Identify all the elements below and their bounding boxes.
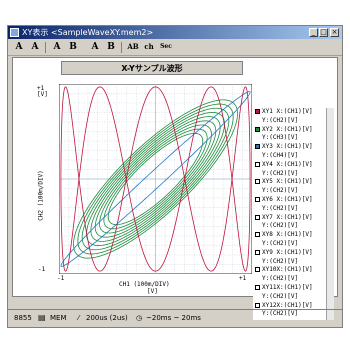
legend-text: XY1 X:(CH1)[V] bbox=[262, 108, 313, 115]
legend-checkbox[interactable] bbox=[255, 161, 260, 167]
font-a-button-2[interactable]: A bbox=[28, 41, 42, 53]
legend-row: XY12X:(CH1)[V] bbox=[253, 302, 326, 310]
status-bar: 8855 ▤ MEM ⁄ 200us (2us) ◷ ~20ms ~ 20ms bbox=[8, 309, 342, 326]
legend-text: XY2 X:(CH1)[V] bbox=[262, 125, 313, 133]
x-axis-max-label: +1 bbox=[239, 275, 247, 282]
toolbar-separator bbox=[45, 42, 46, 53]
legend-text: Y:(CH2)[V] bbox=[262, 292, 299, 300]
legend-text: XY12X:(CH1)[V] bbox=[262, 301, 313, 309]
legend-text: XY8 X:(CH1)[V] bbox=[262, 231, 313, 239]
memory-icon: ▤ bbox=[38, 313, 46, 322]
timebase-label: 200us (2us) bbox=[86, 314, 128, 322]
legend-scrollbar[interactable] bbox=[326, 108, 334, 320]
x-axis-min-label: -1 bbox=[57, 275, 65, 282]
range-label: ~20ms ~ 20ms bbox=[146, 314, 201, 322]
y-axis-min-label: -1 bbox=[38, 266, 46, 273]
plot-area: X-Yサンプル波形 +1 [V] -1 CH2 (100m/DIV) -1 +1… bbox=[12, 57, 338, 320]
toolbar-separator bbox=[121, 42, 122, 53]
font-a-button-1[interactable]: A bbox=[12, 41, 26, 53]
legend-checkbox[interactable] bbox=[255, 126, 260, 132]
legend-text: XY7 X:(CH1)[V] bbox=[262, 213, 313, 221]
xy-window: XY表示 <SampleWaveXY.mem2> _ □ × A A A B A… bbox=[7, 25, 343, 328]
legend-text: Y:(CH2)[V] bbox=[262, 204, 299, 212]
legend-text: XY9 X:(CH1)[V] bbox=[262, 248, 313, 256]
legend-row: Y:(CH3)[V] bbox=[253, 134, 326, 142]
ch-button[interactable]: ch bbox=[142, 41, 156, 53]
legend-text: Y:(CH4)[V] bbox=[262, 152, 299, 159]
legend-checkbox[interactable] bbox=[255, 179, 260, 185]
legend-row: XY9 X:(CH1)[V] bbox=[253, 249, 326, 257]
ab-button[interactable]: AB bbox=[126, 41, 140, 53]
legend-text: Y:(CH2)[V] bbox=[262, 275, 299, 283]
legend-text: XY6 X:(CH1)[V] bbox=[262, 196, 313, 203]
legend-row: XY3 X:(CH1)[V] bbox=[253, 143, 326, 151]
minimize-button[interactable]: _ bbox=[309, 28, 318, 37]
legend-row: Y:(CH2)[V] bbox=[253, 205, 326, 213]
legend-checkbox[interactable] bbox=[255, 285, 260, 290]
font-b-button-2[interactable]: B bbox=[104, 41, 118, 53]
legend-text: Y:(CH2)[V] bbox=[262, 169, 299, 177]
legend-row: XY2 X:(CH1)[V] bbox=[253, 126, 326, 134]
legend-text: Y:(CH2)[V] bbox=[262, 257, 299, 265]
legend-row: XY6 X:(CH1)[V] bbox=[253, 196, 326, 204]
app-icon bbox=[10, 28, 19, 37]
legend-row: XY10X:(CH1)[V] bbox=[253, 266, 326, 274]
legend-row: Y:(CH2)[V] bbox=[253, 170, 326, 178]
legend-row: XY5 X:(CH1)[V] bbox=[253, 178, 326, 186]
legend-row: XY8 X:(CH1)[V] bbox=[253, 231, 326, 239]
legend-text: XY3 X:(CH1)[V] bbox=[262, 143, 313, 151]
y-axis-label: CH2 (100m/DIV) bbox=[37, 170, 45, 221]
timebase-icon: ⁄ bbox=[78, 314, 80, 322]
legend-text: Y:(CH2)[V] bbox=[262, 240, 299, 247]
chart-title: X-Yサンプル波形 bbox=[61, 61, 243, 75]
legend-row: Y:(CH2)[V] bbox=[253, 240, 326, 248]
x-axis-unit-label: [V] bbox=[147, 288, 158, 295]
legend-checkbox[interactable] bbox=[255, 249, 260, 255]
title-bar[interactable]: XY表示 <SampleWaveXY.mem2> _ □ × bbox=[8, 26, 342, 39]
legend-row: Y:(CH2)[V] bbox=[253, 293, 326, 301]
legend-checkbox[interactable] bbox=[255, 267, 260, 273]
legend-checkbox[interactable] bbox=[255, 109, 260, 114]
legend-row: Y:(CH2)[V] bbox=[253, 222, 326, 230]
legend-row: Y:(CH2)[V] bbox=[253, 187, 326, 195]
xy-plot[interactable] bbox=[59, 84, 252, 274]
x-axis-label: CH1 (100m/DIV) bbox=[119, 281, 170, 288]
font-a-button-4[interactable]: A bbox=[88, 41, 102, 53]
maximize-button[interactable]: □ bbox=[319, 28, 328, 37]
toolbar: A A A B A B AB ch Sec bbox=[8, 40, 342, 56]
legend-text: XY10X:(CH1)[V] bbox=[262, 266, 313, 274]
legend-text: XY5 X:(CH1)[V] bbox=[262, 178, 313, 186]
legend-checkbox[interactable] bbox=[255, 232, 260, 238]
font-b-button-1[interactable]: B bbox=[66, 41, 80, 53]
legend-text: Y:(CH2)[V] bbox=[262, 222, 299, 230]
close-button[interactable]: × bbox=[330, 28, 339, 37]
legend-row: XY1 X:(CH1)[V] bbox=[253, 108, 326, 116]
legend-row: XY7 X:(CH1)[V] bbox=[253, 214, 326, 222]
legend-text: XY4 X:(CH1)[V] bbox=[262, 160, 313, 168]
sec-button[interactable]: Sec bbox=[158, 41, 174, 53]
legend-text: XY11X:(CH1)[V] bbox=[262, 284, 313, 291]
model-label: 8855 bbox=[14, 314, 32, 322]
legend-checkbox[interactable] bbox=[255, 197, 260, 202]
clock-icon: ◷ bbox=[136, 314, 143, 322]
font-a-button-3[interactable]: A bbox=[50, 41, 64, 53]
mode-label: MEM bbox=[50, 314, 67, 322]
legend-row: XY4 X:(CH1)[V] bbox=[253, 161, 326, 169]
y-axis-unit-label: [V] bbox=[37, 91, 48, 98]
legend-text: Y:(CH2)[V] bbox=[262, 116, 299, 124]
legend-row: Y:(CH2)[V] bbox=[253, 275, 326, 283]
legend-row: Y:(CH2)[V] bbox=[253, 117, 326, 125]
legend-text: Y:(CH3)[V] bbox=[262, 134, 299, 142]
legend-row: Y:(CH2)[V] bbox=[253, 258, 326, 266]
legend-checkbox[interactable] bbox=[255, 302, 260, 308]
legend-panel: XY1 X:(CH1)[V] Y:(CH2)[V] XY2 X:(CH1)[V] … bbox=[253, 108, 326, 320]
legend-checkbox[interactable] bbox=[255, 144, 260, 150]
legend-text: Y:(CH2)[V] bbox=[262, 187, 299, 195]
legend-checkbox[interactable] bbox=[255, 214, 260, 220]
legend-row: XY11X:(CH1)[V] bbox=[253, 284, 326, 292]
window-title: XY表示 <SampleWaveXY.mem2> bbox=[22, 28, 154, 37]
legend-row: Y:(CH4)[V] bbox=[253, 152, 326, 160]
